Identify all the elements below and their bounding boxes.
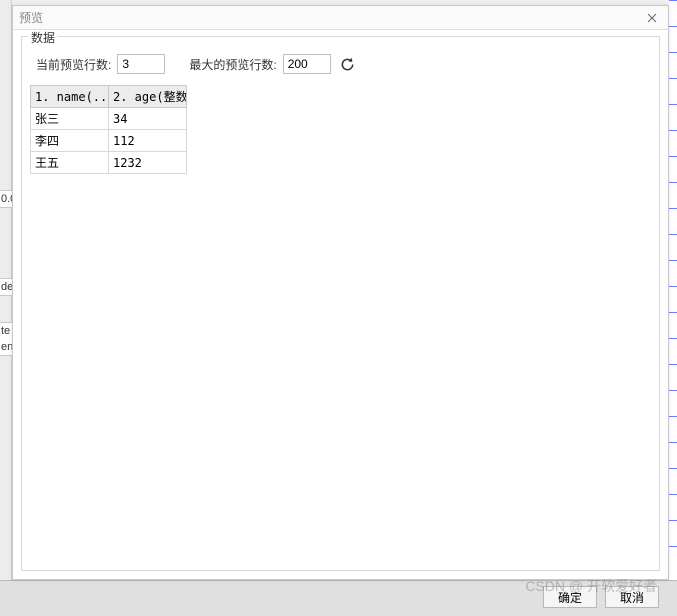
table-row[interactable]: 张三 34 — [31, 108, 187, 130]
table-container: 1. name(... 2. age(整数) 张三 34 李四 112 — [30, 85, 651, 562]
background-left-panel: 0.0 de te en — [0, 0, 12, 616]
refresh-icon — [340, 57, 355, 72]
refresh-button[interactable] — [337, 53, 359, 75]
cell-name[interactable]: 张三 — [31, 108, 109, 130]
cell-age[interactable]: 34 — [109, 108, 187, 130]
table-row[interactable]: 王五 1232 — [31, 152, 187, 174]
dialog-footer: 确定 取消 — [543, 586, 659, 608]
data-group: 数据 当前预览行数: 最大的预览行数: 1 — [21, 36, 660, 571]
cell-age[interactable]: 112 — [109, 130, 187, 152]
cancel-button[interactable]: 取消 — [605, 586, 659, 608]
group-label: 数据 — [28, 30, 58, 46]
table-row[interactable]: 李四 112 — [31, 130, 187, 152]
background-right-grid — [669, 0, 677, 580]
table-header-row: 1. name(... 2. age(整数) — [31, 86, 187, 108]
current-rows-label: 当前预览行数: — [36, 56, 111, 73]
bg-text-fragment: te — [0, 322, 12, 339]
ok-button[interactable]: 确定 — [543, 586, 597, 608]
dialog-title: 预览 — [19, 9, 642, 26]
current-rows-input[interactable] — [117, 54, 165, 74]
preview-table: 1. name(... 2. age(整数) 张三 34 李四 112 — [30, 85, 187, 174]
column-header-age[interactable]: 2. age(整数) — [109, 86, 187, 108]
controls-row: 当前预览行数: 最大的预览行数: — [30, 47, 651, 85]
dialog-content: 数据 当前预览行数: 最大的预览行数: 1 — [13, 30, 668, 579]
bg-text-fragment: en — [0, 339, 12, 356]
close-button[interactable] — [642, 8, 662, 28]
bg-text-fragment: 0.0 — [0, 190, 12, 208]
bg-text-fragment: de — [0, 278, 12, 296]
max-rows-label: 最大的预览行数: — [189, 56, 276, 73]
cell-name[interactable]: 李四 — [31, 130, 109, 152]
max-rows-input[interactable] — [283, 54, 331, 74]
dialog-titlebar[interactable]: 预览 — [13, 6, 668, 30]
cell-age[interactable]: 1232 — [109, 152, 187, 174]
column-header-name[interactable]: 1. name(... — [31, 86, 109, 108]
cell-name[interactable]: 王五 — [31, 152, 109, 174]
preview-dialog: 预览 数据 当前预览行数: 最大的预览行数: — [12, 5, 669, 580]
close-icon — [647, 13, 657, 23]
